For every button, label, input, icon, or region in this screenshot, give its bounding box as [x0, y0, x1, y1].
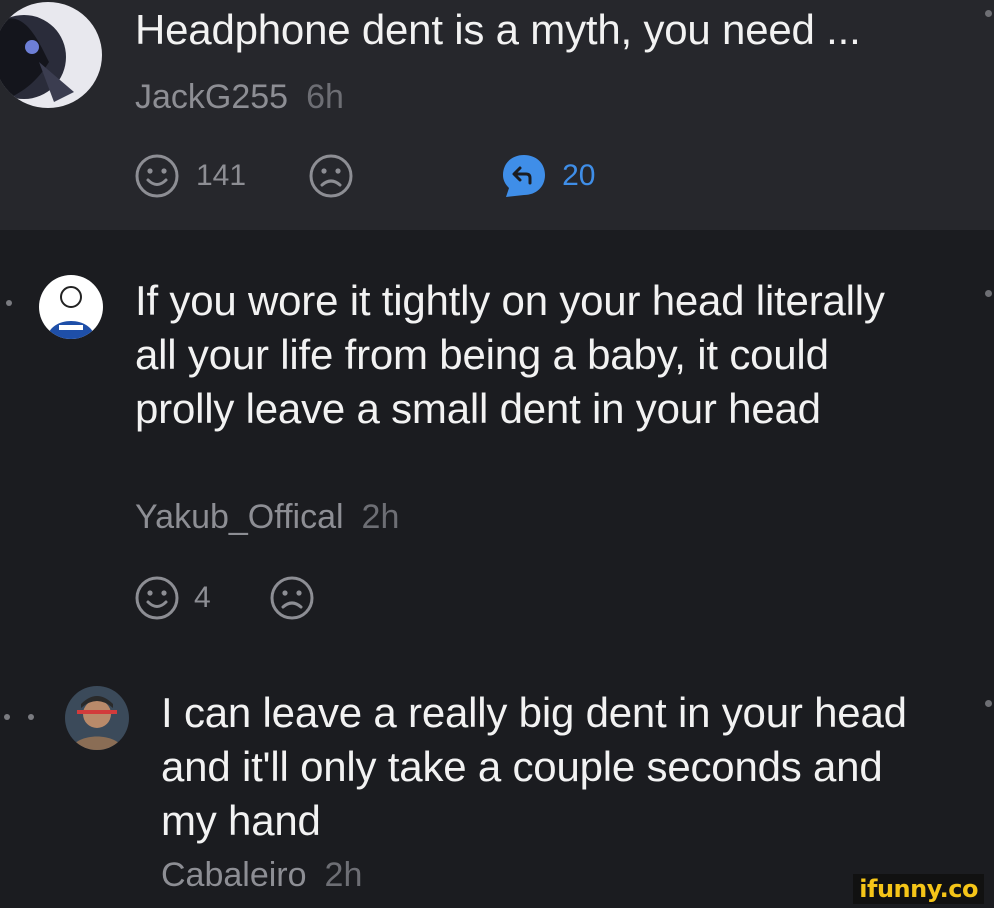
username[interactable]: JackG255 — [135, 78, 288, 116]
avatar[interactable] — [65, 686, 129, 750]
like-button[interactable]: 4 — [134, 575, 211, 621]
thread-indicator — [985, 700, 992, 707]
replies-button[interactable]: 20 — [500, 152, 595, 200]
reply-count: 20 — [562, 159, 596, 192]
comment-actions: 4 — [134, 575, 315, 621]
comment-age: 6h — [306, 78, 344, 116]
like-count: 141 — [196, 159, 247, 192]
comment-jackg255: Headphone dent is a myth, you need ... J… — [0, 0, 994, 230]
comment-cabaleiro: I can leave a really big dent in your he… — [0, 660, 994, 908]
username[interactable]: Cabaleiro — [161, 856, 307, 894]
frown-icon — [270, 576, 314, 620]
thread-indicator — [985, 10, 992, 17]
comment-yakub-offical: If you wore it tightly on your head lite… — [0, 230, 994, 660]
dislike-button[interactable] — [269, 575, 315, 621]
like-button[interactable]: 141 — [134, 153, 246, 199]
comment-age: 2h — [361, 498, 400, 536]
reply-icon — [503, 155, 546, 197]
comment-age: 2h — [324, 856, 363, 894]
comment-meta: Yakub_Offical 2h — [135, 498, 399, 537]
smile-icon — [135, 154, 179, 198]
thread-dot — [28, 714, 34, 720]
comment-text: If you wore it tightly on your head lite… — [135, 277, 885, 432]
comment-actions: 141 20 — [134, 152, 595, 200]
username[interactable]: Yakub_Offical — [135, 498, 344, 536]
thread-indicator — [985, 290, 992, 297]
comment-text: Headphone dent is a myth, you need ... — [135, 6, 861, 53]
smile-icon — [135, 576, 179, 620]
comment-meta: Cabaleiro 2h — [161, 856, 362, 895]
thread-dot — [4, 714, 10, 720]
comment-text: I can leave a really big dent in your he… — [161, 689, 907, 844]
comment-meta: JackG255 6h — [135, 78, 344, 117]
avatar[interactable] — [0, 2, 102, 108]
thread-dot — [6, 300, 12, 306]
ifunny-watermark: ifunny.co — [853, 874, 984, 904]
frown-icon — [309, 154, 353, 198]
avatar[interactable] — [39, 275, 103, 339]
dislike-button[interactable] — [308, 153, 354, 199]
like-count: 4 — [194, 581, 211, 614]
